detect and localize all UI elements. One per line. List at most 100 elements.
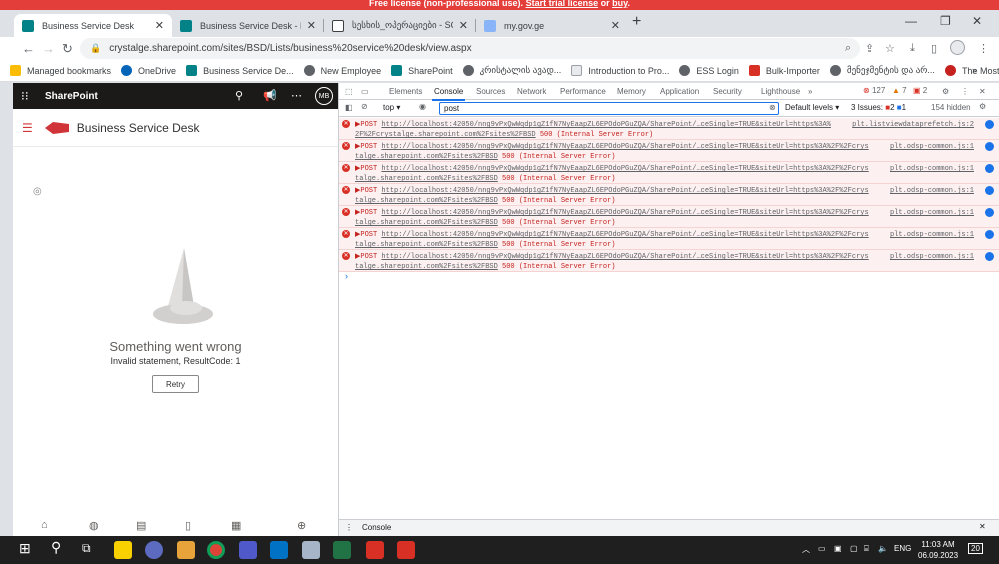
live-expression-eye-icon[interactable]: ◉ — [419, 102, 426, 111]
console-prompt-icon[interactable]: › — [345, 271, 348, 281]
language-indicator[interactable]: ENG — [894, 544, 911, 553]
bookmark-item[interactable]: ESS Login — [679, 65, 739, 76]
console-error-row[interactable]: ✕ ▶POST http://localhost:42050/nng9vPxQwW… — [339, 140, 999, 162]
external-link-icon[interactable] — [985, 208, 994, 217]
retry-button[interactable]: Retry — [152, 375, 199, 393]
app-launcher-icon[interactable]: ⁝⁝ — [21, 89, 35, 103]
close-drawer-icon[interactable]: ✕ — [979, 522, 986, 531]
source-link[interactable]: plt.listviewdataprefetch.js:2 — [852, 120, 974, 130]
tray-display-icon[interactable]: ▢ — [850, 544, 858, 553]
request-url[interactable]: http://localhost:42050/nng9vPxQwWqdp1gZ1… — [381, 231, 868, 239]
tray-device-icon[interactable]: ▭ — [818, 544, 826, 553]
chrome-icon[interactable] — [207, 541, 225, 559]
trial-link[interactable]: Start trial license — [526, 0, 599, 8]
request-url[interactable]: http://localhost:42050/nng9vPxQwWqdp1gZ1… — [381, 187, 868, 195]
close-window-icon[interactable]: ✕ — [972, 14, 982, 28]
request-url[interactable]: http://localhost:42050/nng9vPxQwWqdp1gZ1… — [381, 143, 868, 151]
bookmark-item[interactable]: SharePoint — [391, 65, 453, 76]
console-error-row[interactable]: ✕ ▶POST http://localhost:42050/nng9vPxQwW… — [339, 118, 999, 140]
console-filter-input[interactable]: post — [439, 102, 779, 115]
globe-icon[interactable]: ◍ — [89, 519, 99, 532]
download-icon[interactable]: ⤓ — [910, 42, 915, 55]
profile-avatar[interactable] — [950, 40, 965, 55]
source-link[interactable]: plt.odsp-common.js:1 — [890, 186, 974, 196]
tab-memory[interactable]: Memory — [617, 87, 646, 96]
anydesk-icon[interactable] — [366, 541, 384, 559]
inspect-icon[interactable]: ⬚ — [345, 87, 353, 96]
tab-console[interactable]: Console — [431, 87, 466, 101]
tab-network[interactable]: Network — [517, 87, 546, 96]
close-devtools-icon[interactable]: ✕ — [979, 87, 986, 96]
request-url-continued[interactable]: talge.sharepoint.com%2Fsites%2FBSD — [355, 263, 498, 271]
sharepoint-brand[interactable]: SharePoint — [45, 91, 98, 102]
volume-icon[interactable]: 🔈 — [878, 544, 888, 553]
select-all-checkbox-icon[interactable]: ◎ — [33, 186, 42, 197]
external-link-icon[interactable] — [985, 164, 994, 173]
tab-business-service-desk-2[interactable]: Business Service Desk - Business ✕ — [172, 14, 324, 37]
external-link-icon[interactable] — [985, 230, 994, 239]
close-tab-icon[interactable]: ✕ — [155, 19, 164, 32]
minimize-icon[interactable]: — — [905, 14, 917, 28]
bookmark-item[interactable]: Bulk-Importer — [748, 65, 820, 76]
network-icon[interactable]: ⌸ — [864, 544, 869, 554]
tab-performance[interactable]: Performance — [560, 87, 606, 96]
side-panel-icon[interactable]: ▯ — [931, 42, 937, 55]
console-error-row[interactable]: ✕ ▶POST http://localhost:42050/nng9vPxQwW… — [339, 228, 999, 250]
request-url-continued[interactable]: talge.sharepoint.com%2Fsites%2FBSD — [355, 175, 498, 183]
sidebar-toggle-icon[interactable]: ◧ — [345, 103, 353, 112]
search-icon[interactable]: ⚲ — [51, 539, 69, 557]
bookmark-item[interactable]: Business Service De... — [186, 65, 294, 76]
source-link[interactable]: plt.odsp-common.js:1 — [890, 142, 974, 152]
close-tab-icon[interactable]: ✕ — [307, 19, 316, 32]
drawer-tab-console[interactable]: Console — [362, 523, 391, 532]
teams-icon[interactable] — [239, 541, 257, 559]
tab-lighthouse[interactable]: Lighthouse — [761, 87, 800, 96]
zoom-icon[interactable]: ⌕ — [845, 42, 851, 55]
bookmark-item[interactable]: Introduction to Pro... — [571, 65, 669, 76]
tab-business-service-desk[interactable]: Business Service Desk ✕ — [14, 14, 172, 37]
address-url[interactable]: crystalge.sharepoint.com/sites/BSD/Lists… — [109, 43, 471, 54]
home-icon[interactable]: ⌂ — [41, 519, 48, 531]
request-url[interactable]: http://localhost:42050/nng9vPxQwWqdp1gZ1… — [381, 209, 868, 217]
back-icon[interactable]: ← — [22, 41, 35, 56]
console-error-row[interactable]: ✕ ▶POST http://localhost:42050/nng9vPxQwW… — [339, 206, 999, 228]
bookmark-star-icon[interactable]: ☆ — [885, 42, 895, 55]
external-link-icon[interactable] — [985, 186, 994, 195]
request-url[interactable]: http://localhost:42050/nng9vPxQwWqdp1gZ1… — [381, 253, 868, 261]
tab-sources[interactable]: Sources — [476, 87, 505, 96]
console-error-row[interactable]: ✕ ▶POST http://localhost:42050/nng9vPxQwW… — [339, 184, 999, 206]
address-bar[interactable]: 🔒 crystalge.sharepoint.com/sites/BSD/Lis… — [80, 38, 860, 59]
reload-icon[interactable]: ↻ — [62, 41, 73, 57]
tray-app-icon[interactable]: ▣ — [834, 544, 842, 553]
sticky-notes-icon[interactable] — [114, 541, 132, 559]
news-icon[interactable]: ▤ — [136, 519, 146, 532]
tab-sql-server[interactable]: სესხის_ოპერაციები - SQL Ser ✕ — [324, 14, 476, 37]
request-url[interactable]: http://localhost:42050/nng9vPxQwWqdp1gZ1… — [381, 165, 868, 173]
devtools-menu-icon[interactable]: ⋮ — [961, 87, 969, 96]
anydesk-icon-2[interactable] — [397, 541, 415, 559]
clear-filter-icon[interactable]: ⊗ — [769, 103, 776, 112]
bookmark-item[interactable]: New Employee — [303, 65, 381, 76]
notification-count[interactable]: 20 — [968, 543, 983, 554]
bookmark-item[interactable]: OneDrive — [121, 65, 176, 76]
document-icon[interactable]: ▯ — [185, 519, 191, 532]
settings-gear-icon[interactable]: ⚙ — [942, 87, 949, 96]
bookmark-item[interactable]: მენეჯმენტის და არ... — [829, 65, 935, 76]
buy-link[interactable]: buy — [612, 0, 627, 8]
outlook-icon[interactable] — [270, 541, 288, 559]
forward-icon[interactable]: → — [42, 41, 55, 56]
warning-count-badge[interactable]: ▲ 7 — [892, 86, 907, 95]
lists-icon[interactable]: ▦ — [231, 519, 241, 532]
more-tabs-icon[interactable]: » — [808, 87, 812, 96]
request-url[interactable]: http://localhost:42050/nng9vPxQwWqdp1gZ1… — [381, 121, 830, 129]
excel-icon[interactable] — [333, 541, 351, 559]
remote-desktop-icon[interactable] — [302, 541, 320, 559]
source-link[interactable]: plt.odsp-common.js:1 — [890, 230, 974, 240]
clock[interactable]: 11:03 AM 06.09.2023 — [918, 539, 958, 561]
request-url-continued[interactable]: 2F%2Fcrystalge.sharepoint.com%2Fsites%2F… — [355, 131, 536, 139]
task-view-icon[interactable]: ⧉ — [82, 541, 100, 559]
create-icon[interactable]: ⊕ — [297, 519, 306, 532]
console-settings-icon[interactable]: ⚙ — [979, 102, 986, 111]
request-url-continued[interactable]: talge.sharepoint.com%2Fsites%2FBSD — [355, 197, 498, 205]
console-error-row[interactable]: ✕ ▶POST http://localhost:42050/nng9vPxQwW… — [339, 250, 999, 272]
